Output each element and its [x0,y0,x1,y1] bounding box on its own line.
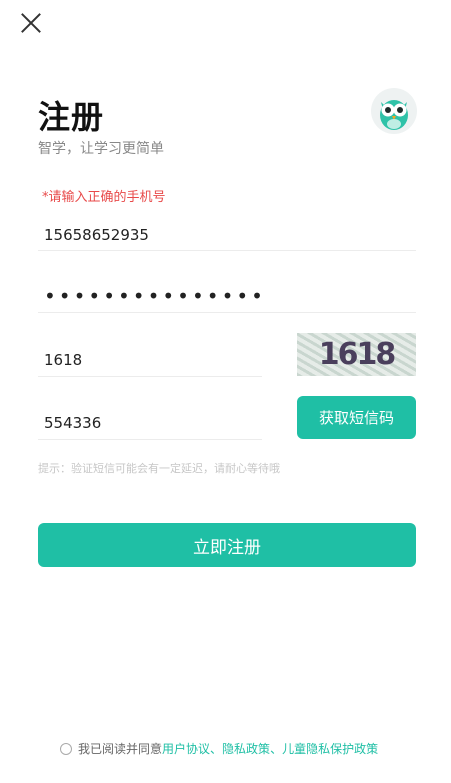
sms-delay-tip: 提示：验证短信可能会有一定延迟，请耐心等待哦 [38,462,280,475]
register-button[interactable]: 立即注册 [38,523,416,567]
password-input[interactable] [44,284,404,308]
agreement-radio-icon[interactable] [60,742,72,755]
captcha-underline [38,376,262,377]
agreement-separator: 、 [210,742,223,756]
agreement-row: 我已阅读并同意 用户协议 、 隐私政策 、 儿童隐私保护政策 [60,740,378,757]
page-title: 注册 [38,98,105,136]
sms-underline [38,439,262,440]
close-icon[interactable] [18,10,44,36]
child-privacy-policy-link[interactable]: 儿童隐私保护政策 [282,740,378,757]
phone-error-message: *请输入正确的手机号 [42,190,166,205]
password-underline [38,312,416,313]
captcha-image[interactable]: 1618 [297,333,416,376]
page-subtitle: 智学，让学习更简单 [38,141,164,157]
agreement-prefix: 我已阅读并同意 [78,742,163,756]
captcha-input[interactable] [44,349,254,371]
agreement-separator: 、 [270,742,283,756]
get-sms-code-button[interactable]: 获取短信码 [297,396,416,439]
user-agreement-link[interactable]: 用户协议 [162,740,210,757]
phone-underline [38,250,416,251]
privacy-policy-link[interactable]: 隐私政策 [222,740,270,757]
phone-input[interactable] [44,224,404,246]
captcha-image-text: 1618 [318,337,396,372]
owl-logo-icon [371,88,417,134]
sms-code-input[interactable] [44,412,254,434]
